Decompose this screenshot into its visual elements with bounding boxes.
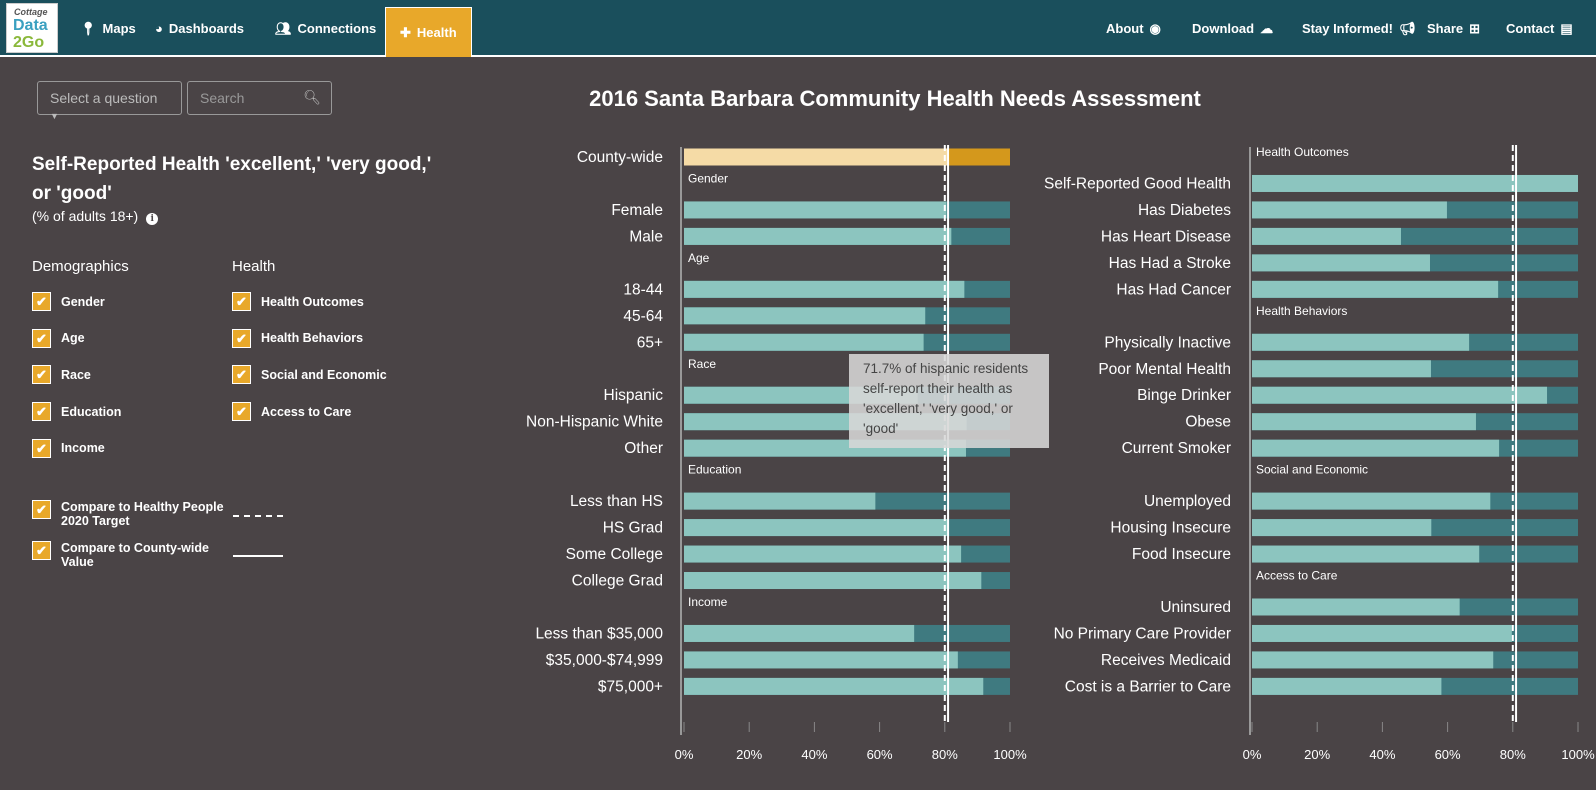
row-label: Receives Medicaid [1101,652,1231,669]
group-header: Health Behaviors [1256,304,1347,318]
bar-value [1252,545,1480,563]
x-tick-label: 20% [1304,747,1330,762]
row-label: $35,000-$74,999 [546,652,663,669]
bar-value [684,492,876,510]
bar-value [1252,677,1442,695]
charts: County-wide Gender Female Male Age 18-44 45-64… [526,145,1595,762]
row-label: Poor Mental Health [1098,361,1231,378]
group-header: Access to Care [1256,569,1338,583]
x-tick-label: 60% [867,747,893,762]
group-header: Health Outcomes [1256,145,1349,159]
bar-value [684,624,915,642]
group-header: Age [688,251,710,265]
row-label: Uninsured [1160,599,1231,616]
row-label: No Primary Care Provider [1054,625,1231,642]
row-label: Has Heart Disease [1101,228,1231,245]
bar-value [1252,174,1578,192]
row-label: Has Diabetes [1138,202,1231,219]
x-tick-label: 80% [932,747,958,762]
bar-value [684,651,958,669]
bar-value [1252,227,1401,245]
row-label: 45-64 [623,308,663,325]
bar-value [1252,360,1431,378]
group-header: Gender [688,171,728,185]
bar-value [684,148,949,166]
row-label: Cost is a Barrier to Care [1065,678,1231,695]
x-tick-label: 100% [1561,747,1595,762]
row-label: Hispanic [604,387,664,404]
bar-value [684,227,952,245]
row-label: $75,000+ [598,678,663,695]
group-header: Social and Economic [1256,463,1368,477]
row-label: Has Had Cancer [1116,281,1231,298]
row-label: Obese [1185,414,1231,431]
bar-value [1252,386,1548,404]
row-label: Current Smoker [1122,440,1231,457]
tooltip: 71.7% of hispanic residents self-report … [849,354,1049,448]
bar-value [684,307,926,325]
row-label: HS Grad [603,520,663,537]
bar-value [1252,254,1430,272]
row-label: County-wide [577,149,663,166]
bar-value [684,677,984,695]
bar-value [684,572,982,590]
row-label: Self-Reported Good Health [1044,175,1231,192]
row-label: Female [611,202,663,219]
x-tick-label: 0% [1243,747,1262,762]
bar-value [1252,519,1432,537]
row-label: Has Had a Stroke [1109,255,1231,272]
row-label: Other [624,440,663,457]
x-tick-label: 60% [1435,747,1461,762]
bar-value [684,201,947,219]
bar-value [684,333,924,351]
x-tick-label: 80% [1500,747,1526,762]
group-header: Income [688,595,728,609]
bar-value [684,280,965,298]
row-label: 65+ [637,334,663,351]
bar-value [1252,598,1460,616]
bar-value [684,519,949,537]
x-tick-label: 100% [993,747,1027,762]
bar-value [1252,651,1494,669]
row-label: Housing Insecure [1110,520,1231,537]
bar-value [1252,280,1499,298]
bar-value [1252,413,1476,431]
bar-value [684,545,962,563]
x-tick-label: 20% [736,747,762,762]
group-header: Race [688,357,716,371]
group-header: Education [688,463,741,477]
x-tick-label: 40% [801,747,827,762]
bar-value [1252,333,1470,351]
row-label: Some College [566,546,663,563]
bar-value [1252,624,1512,642]
row-label: Less than HS [570,493,663,510]
row-label: Less than $35,000 [535,625,663,642]
row-label: College Grad [572,573,663,590]
row-label: Physically Inactive [1104,334,1231,351]
bar-value [1252,439,1500,457]
row-label: Binge Drinker [1137,387,1231,404]
x-tick-label: 0% [675,747,694,762]
bar-value [1252,201,1447,219]
bar-value [1252,492,1491,510]
row-label: Food Insecure [1132,546,1231,563]
row-label: Unemployed [1144,493,1231,510]
row-label: Non-Hispanic White [526,414,663,431]
x-tick-label: 40% [1369,747,1395,762]
row-label: 18-44 [623,281,663,298]
row-label: Male [629,228,663,245]
